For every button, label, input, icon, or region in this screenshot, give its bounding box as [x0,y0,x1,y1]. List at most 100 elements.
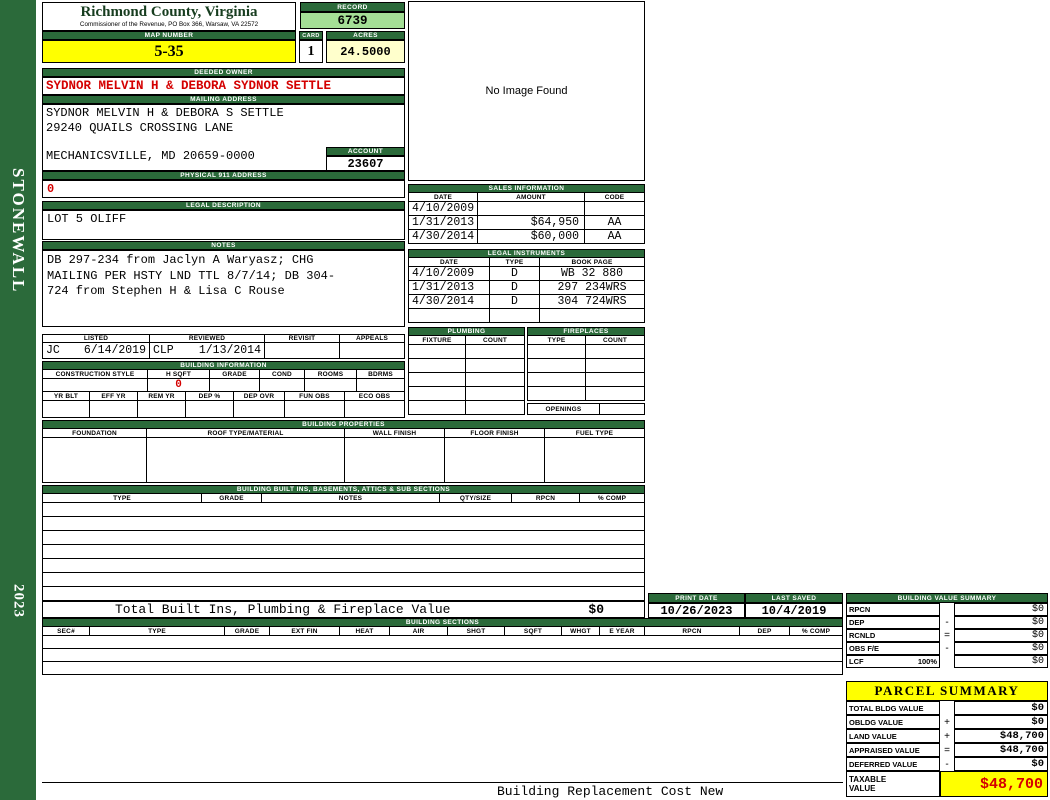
bvs-label: OBS F/E [846,642,940,655]
building-info-values-2 [42,401,405,418]
instrument-row: 1/31/2013 D 297 234WRS [408,281,645,295]
plumbing-row [408,359,525,373]
col-header: BOOK PAGE [540,258,645,267]
plumbing-row [408,373,525,387]
fireplaces-headers: TYPE COUNT [527,336,645,345]
notes-label: NOTES [42,241,405,250]
col-header: NOTES [262,494,440,503]
empty-row [43,662,842,675]
yr-blt-value [42,401,90,418]
bvs-operator: - [945,617,949,628]
bvs-value: $0 [954,616,1048,629]
instruments-headers: DATE TYPE BOOK PAGE [408,258,645,267]
dep-ovr-value [234,401,285,418]
fun-obs-value [285,401,345,418]
sale-date: 1/31/2013 [408,216,478,230]
col-header: DATE [408,258,490,267]
col-header: TYPE [490,258,540,267]
col-header: RPCN [645,627,740,636]
sales-row: 1/31/2013 $64,950 AA [408,216,645,230]
floor-finish-value [445,438,545,483]
instrument-book-page: WB 32 880 [540,267,645,281]
col-header: DATE [408,193,478,202]
parcel-label: LAND VALUE [846,729,940,743]
listed-value: JC 6/14/2019 [42,343,150,359]
county-name: Richmond County, Virginia [80,4,258,20]
bvs-label-text: LCF [849,657,864,666]
col-header: WHGT [562,627,600,636]
col-header: ROOF TYPE/MATERIAL [147,429,345,438]
roof-value [147,438,345,483]
col-header: GRADE [210,370,260,379]
mailing-line-2: 29240 QUAILS CROSSING LANE [46,121,234,135]
instrument-date [408,309,490,323]
empty-row [43,636,842,649]
col-header: SHGT [448,627,505,636]
col-header: FOUNDATION [42,429,147,438]
sale-amount: $60,000 [478,230,585,244]
notes-line-2: MAILING PER HSTY LND TTL 8/7/14; DB 304- [47,268,336,283]
taxable-value-label: TAXABLE VALUE [846,771,940,797]
bvs-label-text: RCNLD [849,631,876,640]
parcel-summary-title: PARCEL SUMMARY [846,681,1048,701]
col-header: ECO OBS [345,392,405,401]
building-info-headers-1: CONSTRUCTION STYLE H SQFT GRADE COND ROO… [42,370,405,379]
appeals-value [340,343,405,359]
col-header: DEP [740,627,790,636]
parcel-label: DEFERRED VALUE [846,757,940,771]
plumbing-row [408,387,525,401]
rooms-value [305,379,357,392]
instrument-row-empty [408,309,645,323]
h-sqft-value: 0 [148,379,210,392]
col-header: COUNT [586,336,645,345]
parcel-operator [940,701,954,715]
built-ins-total-value: $0 [588,602,604,617]
instrument-type: D [490,295,540,309]
col-header: RPCN [512,494,580,503]
listed-date: 6/14/2019 [83,344,146,357]
plumbing-row [408,401,525,415]
building-sections-headers: SEC# TYPE GRADE EXT FIN HEAT AIR SHGT SQ… [42,627,843,636]
instrument-row: 4/10/2009 D WB 32 880 [408,267,645,281]
taxable-label-line2: VALUE [849,784,876,793]
col-header: FIXTURE [408,336,466,345]
col-header: AMOUNT [478,193,585,202]
instrument-date: 4/10/2009 [408,267,490,281]
account-number: 23607 [326,156,405,171]
instrument-book-page: 297 234WRS [540,281,645,295]
built-ins-total-label: Total Built Ins, Plumbing & Fireplace Va… [115,602,451,617]
col-header: EFF YR [90,392,138,401]
sale-amount: $64,950 [478,216,585,230]
map-number-label: MAP NUMBER [42,31,296,40]
bvs-value: $0 [954,629,1048,642]
record-number: 6739 [300,12,405,29]
parcel-value: $48,700 [954,743,1048,757]
instrument-book-page [540,309,645,323]
foundation-value [42,438,147,483]
building-info-headers-2: YR BLT EFF YR REM YR DEP % DEP OVR FUN O… [42,392,405,401]
revisit-value [265,343,340,359]
building-info-values-1: 0 [42,379,405,392]
rem-yr-value [138,401,186,418]
card-number: 1 [299,40,323,63]
appeals-header: APPEALS [340,334,405,343]
notes-line-1: DB 297-234 from Jaclyn A Waryasz; CHG [47,253,314,267]
parcel-operator: = [944,744,950,756]
review-headers: LISTED REVIEWED REVISIT APPEALS [42,334,405,343]
col-header: GRADE [202,494,262,503]
record-label: RECORD [300,2,405,12]
bvs-label: RCNLD [846,629,940,642]
sales-information-title: SALES INFORMATION [408,184,645,193]
sales-headers: DATE AMOUNT CODE [408,193,645,202]
revisit-header: REVISIT [265,334,340,343]
openings-row: OPENINGS [527,403,645,415]
building-properties-values [42,438,645,483]
print-date: 10/26/2023 [648,603,745,618]
bvs-label: RPCN [846,603,940,616]
sale-code: AA [585,216,645,230]
col-header: FUEL TYPE [545,429,645,438]
col-header: YR BLT [42,392,90,401]
openings-label: OPENINGS [527,403,600,415]
fuel-type-value [545,438,645,483]
col-header: % COMP [790,627,843,636]
